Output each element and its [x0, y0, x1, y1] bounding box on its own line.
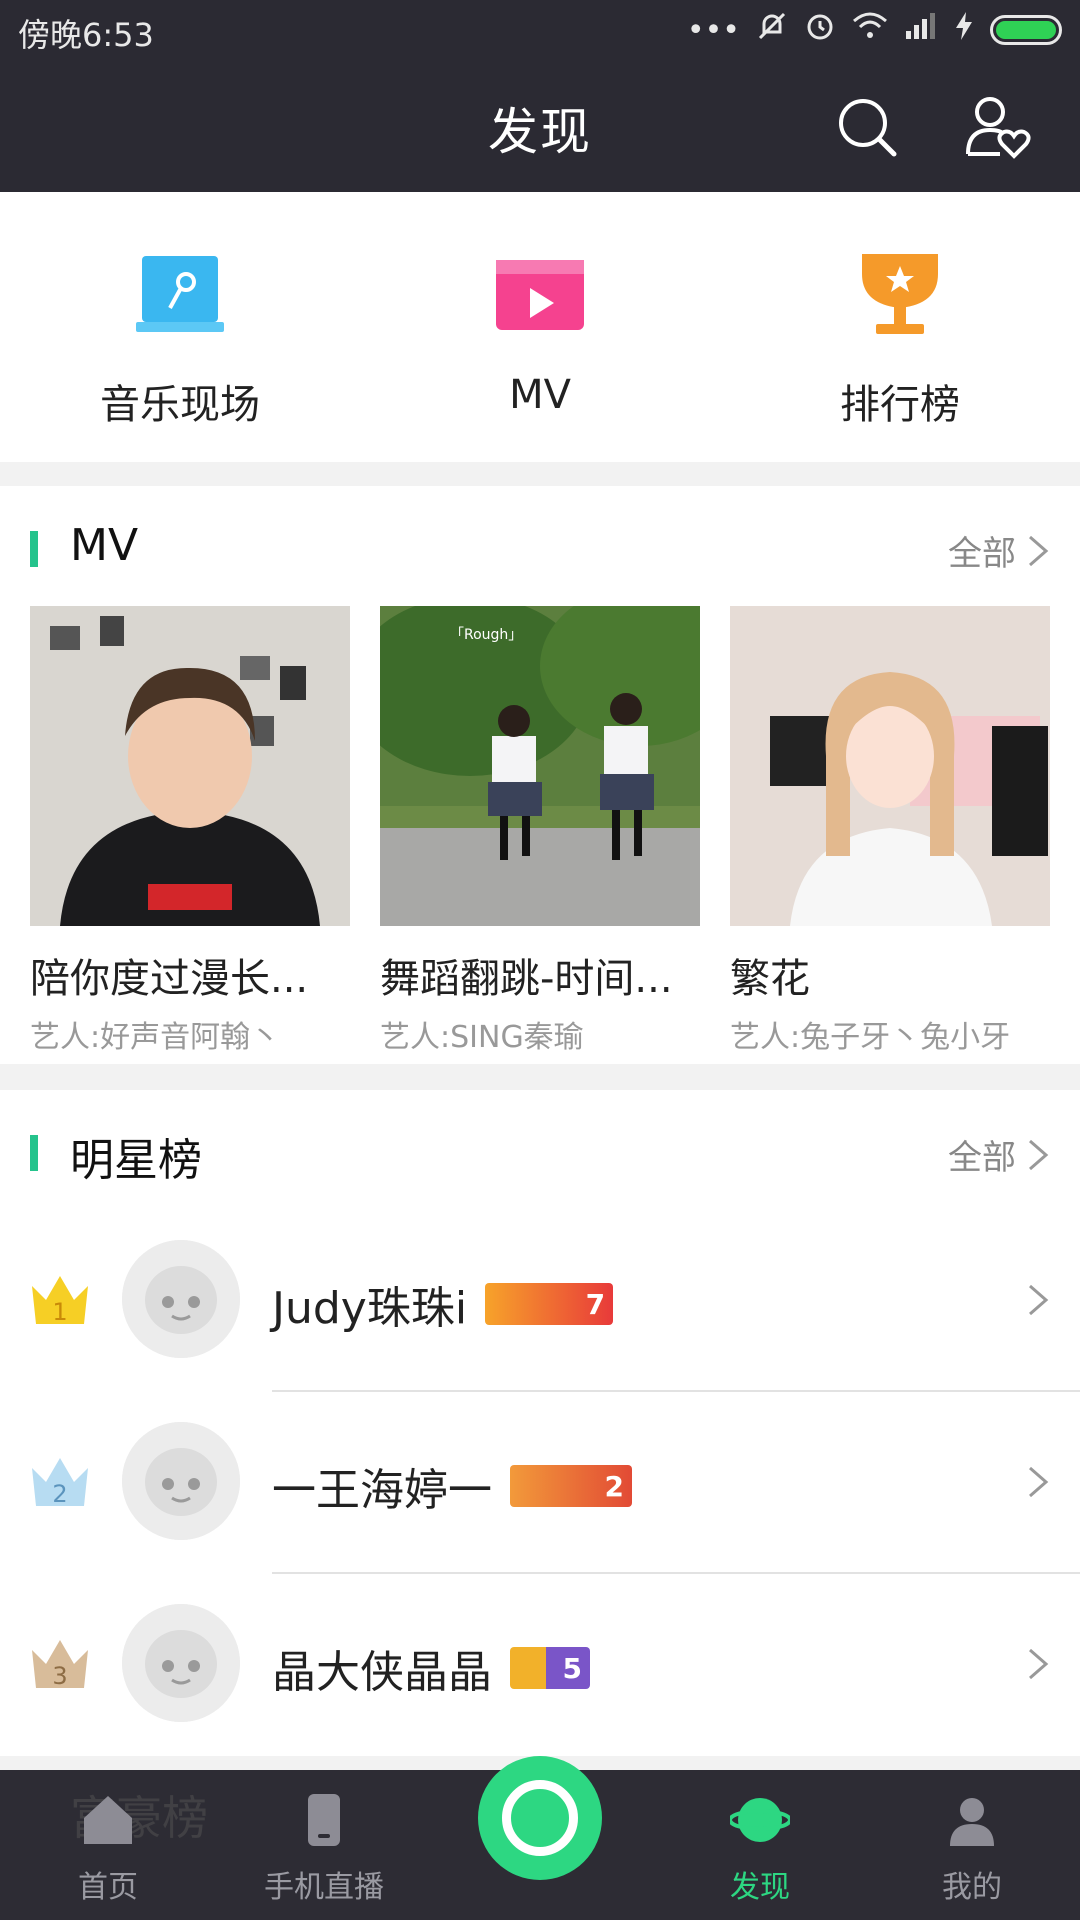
- nav-profile[interactable]: 我的: [872, 1770, 1072, 1920]
- chevron-right-icon: [1026, 1137, 1050, 1173]
- crown-icon: 1: [32, 1276, 88, 1326]
- mv-more-link[interactable]: 全部: [948, 526, 1050, 575]
- alarm-icon: [804, 10, 836, 50]
- section-title: MV: [70, 520, 139, 571]
- mv-card[interactable]: 「Rough」 舞蹈翻跳-时间... 艺人:SING秦瑜: [380, 606, 700, 1056]
- search-icon: [839, 99, 897, 157]
- record-icon: [502, 1780, 578, 1856]
- svg-text:1: 1: [52, 1298, 67, 1326]
- live-stage-icon: [136, 256, 224, 332]
- rank-row[interactable]: 2 一王海婷一 2: [0, 1392, 1080, 1574]
- page-title: 发现: [488, 103, 592, 161]
- nav-discover[interactable]: 发现: [660, 1770, 860, 1920]
- category-live[interactable]: 音乐现场: [0, 192, 360, 462]
- mv-title: 舞蹈翻跳-时间...: [380, 956, 673, 1002]
- crown-icon: 2: [32, 1458, 88, 1508]
- more-label: 全部: [948, 1138, 1016, 1178]
- mv-thumbnail: 「Rough」: [380, 606, 700, 926]
- rank-name: Judy珠珠i: [272, 1283, 468, 1334]
- mv-title: 繁花: [730, 956, 810, 1002]
- phone-icon: [308, 1794, 340, 1846]
- friends-button[interactable]: [962, 92, 1032, 162]
- signal-icon: [904, 11, 938, 49]
- user-heart-icon: [966, 97, 1031, 159]
- category-label: MV: [509, 372, 571, 418]
- mv-artist: 艺人:兔子牙丶兔小牙: [730, 1020, 1011, 1055]
- search-button[interactable]: [832, 92, 902, 162]
- chevron-right-icon: [1026, 1646, 1050, 1682]
- rank-row[interactable]: 1 Judy珠珠i 7: [0, 1210, 1080, 1392]
- mv-thumbnail: [30, 606, 350, 926]
- category-label: 音乐现场: [100, 382, 260, 428]
- star-more-link[interactable]: 全部: [948, 1130, 1050, 1179]
- mv-artist: 艺人:SING秦瑜: [380, 1020, 584, 1055]
- nav-label: 发现: [730, 1870, 790, 1905]
- svg-text:2: 2: [52, 1480, 67, 1508]
- chevron-right-icon: [1026, 533, 1050, 569]
- category-mv[interactable]: MV: [360, 192, 720, 462]
- battery-icon: [990, 15, 1062, 45]
- status-time: 傍晚6:53: [18, 16, 154, 54]
- level-badge: 5: [510, 1647, 590, 1689]
- trophy-icon: [862, 254, 938, 334]
- level-badge: 2: [510, 1465, 632, 1507]
- chevron-right-icon: [1026, 1464, 1050, 1500]
- mute-icon: [756, 10, 788, 50]
- section-accent-bar: [30, 531, 38, 567]
- star-section: 明星榜 全部 1 Judy珠珠i 7 2 一王海婷一 2 3 晶大侠晶晶 5: [0, 1090, 1080, 1756]
- discover-icon: [730, 1798, 790, 1842]
- top-bar: 傍晚6:53 ••• 发现: [0, 0, 1080, 192]
- mv-play-icon: [496, 260, 584, 330]
- home-icon: [84, 1796, 132, 1844]
- nav-home[interactable]: 首页: [8, 1770, 208, 1920]
- profile-icon: [950, 1798, 994, 1846]
- section-accent-bar: [30, 1135, 38, 1171]
- avatar: [122, 1422, 240, 1540]
- mv-section: MV 全部 陪你度过漫长... 艺人:好声音阿翰丶 「Rough」 舞蹈翻跳-时…: [0, 486, 1080, 1064]
- mv-card[interactable]: 繁花 艺人:兔子牙丶兔小牙: [730, 606, 1050, 1056]
- level-badge: 7: [485, 1283, 614, 1325]
- nav-label: 手机直播: [264, 1870, 384, 1905]
- bottom-nav: 富豪榜 首页 手机直播 发现 我的: [0, 1756, 1080, 1920]
- nav-label: 首页: [78, 1870, 138, 1905]
- avatar: [122, 1604, 240, 1722]
- category-label: 排行榜: [840, 382, 960, 428]
- category-row: 音乐现场 MV 排行榜: [0, 192, 1080, 462]
- more-dots-icon: •••: [686, 12, 740, 48]
- mv-title: 陪你度过漫长...: [30, 956, 309, 1002]
- record-button[interactable]: [478, 1756, 602, 1880]
- mv-card[interactable]: 陪你度过漫长... 艺人:好声音阿翰丶: [30, 606, 350, 1056]
- svg-text:3: 3: [52, 1662, 67, 1690]
- mv-thumbnail: [730, 606, 1050, 926]
- rank-name: 晶大侠晶晶: [272, 1647, 492, 1698]
- section-title: 明星榜: [70, 1135, 202, 1186]
- rank-name: 一王海婷一: [272, 1465, 492, 1516]
- nav-live[interactable]: 手机直播: [224, 1770, 424, 1920]
- status-bar: 傍晚6:53 •••: [0, 0, 1080, 60]
- mv-overlay-text: 「Rough」: [450, 627, 523, 643]
- crown-icon: 3: [32, 1640, 88, 1690]
- status-icons: •••: [687, 12, 1062, 48]
- category-chart[interactable]: 排行榜: [720, 192, 1080, 462]
- nav-label: 我的: [942, 1870, 1002, 1905]
- mv-artist: 艺人:好声音阿翰丶: [30, 1020, 281, 1055]
- chevron-right-icon: [1026, 1282, 1050, 1318]
- wifi-icon: [852, 11, 888, 49]
- avatar: [122, 1240, 240, 1358]
- more-label: 全部: [948, 534, 1016, 574]
- rank-row[interactable]: 3 晶大侠晶晶 5: [0, 1574, 1080, 1756]
- charging-icon: [954, 10, 974, 50]
